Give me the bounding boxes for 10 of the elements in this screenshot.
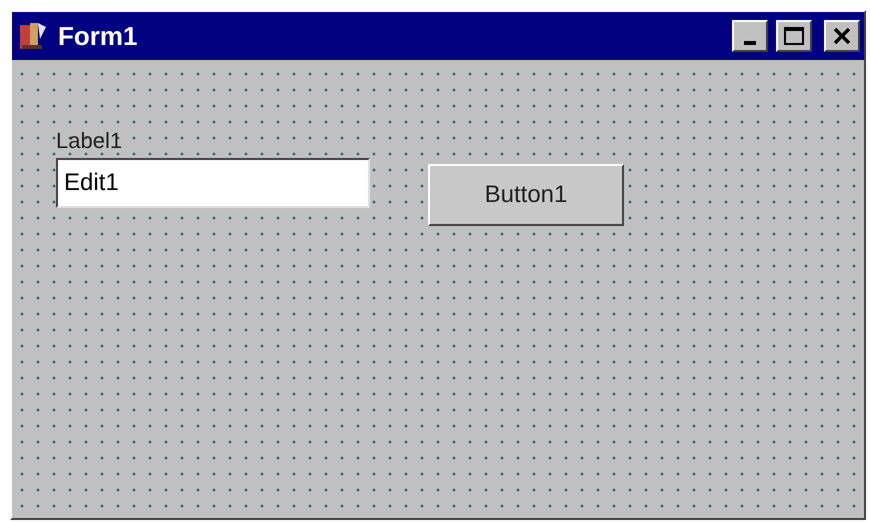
close-button[interactable] [824,20,860,52]
edit-field[interactable]: Edit1 [56,158,370,208]
window-title: Form1 [58,23,138,49]
close-icon [833,28,851,44]
action-button[interactable]: Button1 [428,164,624,226]
minimize-icon [744,41,756,45]
maximize-icon [784,27,804,45]
minimize-button[interactable] [732,20,768,52]
label-text: Label1 [56,128,124,154]
maximize-button[interactable] [776,20,812,52]
